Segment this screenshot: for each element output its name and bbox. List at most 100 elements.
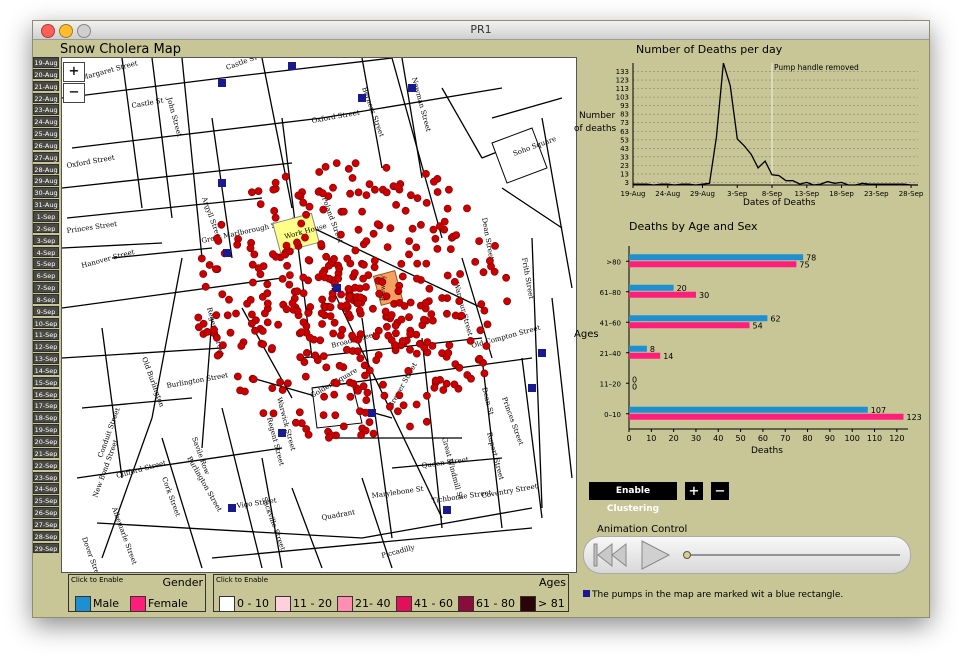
death-marker[interactable] xyxy=(269,409,278,418)
death-marker[interactable] xyxy=(256,270,265,279)
death-marker[interactable] xyxy=(226,328,235,337)
death-marker[interactable] xyxy=(291,418,300,427)
death-marker[interactable] xyxy=(283,379,292,388)
death-marker[interactable] xyxy=(443,271,452,280)
death-marker[interactable] xyxy=(276,378,284,386)
death-marker[interactable] xyxy=(319,352,328,360)
date-item[interactable]: 16-Sep xyxy=(33,388,59,400)
death-marker[interactable] xyxy=(316,336,325,345)
death-marker[interactable] xyxy=(332,159,341,167)
death-marker[interactable] xyxy=(271,178,280,187)
date-item[interactable]: 6-Sep xyxy=(33,270,59,281)
death-marker[interactable] xyxy=(355,306,364,315)
death-marker[interactable] xyxy=(408,224,417,233)
death-marker[interactable] xyxy=(247,188,256,197)
death-marker[interactable] xyxy=(332,379,341,388)
death-marker[interactable] xyxy=(342,301,351,309)
death-marker[interactable] xyxy=(248,278,257,287)
death-marker[interactable] xyxy=(429,177,438,186)
death-marker[interactable] xyxy=(271,213,280,222)
date-item[interactable]: 23-Aug xyxy=(33,104,59,115)
death-marker[interactable] xyxy=(211,265,220,273)
death-marker[interactable] xyxy=(318,269,327,277)
death-marker[interactable] xyxy=(349,379,358,388)
death-marker[interactable] xyxy=(467,374,475,383)
date-item[interactable]: 15-Sep xyxy=(33,376,59,388)
death-marker[interactable] xyxy=(199,319,208,328)
date-item[interactable]: 19-Aug xyxy=(33,57,59,68)
death-marker[interactable] xyxy=(304,430,313,439)
death-marker[interactable] xyxy=(416,220,425,229)
death-marker[interactable] xyxy=(348,174,357,182)
date-item[interactable]: 19-Sep xyxy=(33,424,59,435)
death-marker[interactable] xyxy=(422,417,431,426)
death-marker[interactable] xyxy=(466,336,475,345)
cluster-minus-button[interactable]: − xyxy=(711,482,729,500)
death-marker[interactable] xyxy=(370,185,379,194)
date-item[interactable]: 22-Sep xyxy=(33,459,59,471)
death-marker[interactable] xyxy=(263,280,272,289)
death-marker[interactable] xyxy=(302,210,310,219)
death-marker[interactable] xyxy=(315,168,324,176)
death-marker[interactable] xyxy=(365,418,374,426)
death-marker[interactable] xyxy=(233,372,242,381)
death-marker[interactable] xyxy=(502,273,510,282)
death-marker[interactable] xyxy=(431,234,440,243)
death-marker[interactable] xyxy=(379,380,387,389)
death-marker[interactable] xyxy=(321,163,330,171)
death-marker[interactable] xyxy=(356,330,365,339)
date-item[interactable]: 12-Sep xyxy=(33,341,59,352)
death-marker[interactable] xyxy=(405,250,413,259)
death-marker[interactable] xyxy=(387,336,396,344)
date-item[interactable]: 7-Sep xyxy=(33,282,59,293)
death-marker[interactable] xyxy=(380,391,389,400)
death-marker[interactable] xyxy=(345,292,354,301)
death-marker[interactable] xyxy=(233,240,242,249)
death-marker[interactable] xyxy=(425,284,434,293)
date-item[interactable]: 22-Aug xyxy=(33,92,59,104)
date-item[interactable]: 4-Sep xyxy=(33,246,59,258)
death-marker[interactable] xyxy=(360,361,369,370)
death-marker[interactable] xyxy=(430,383,439,392)
death-marker[interactable] xyxy=(296,353,305,362)
death-marker[interactable] xyxy=(329,183,337,192)
death-marker[interactable] xyxy=(199,270,208,278)
death-marker[interactable] xyxy=(378,277,387,286)
death-marker[interactable] xyxy=(369,429,378,438)
pump-marker[interactable] xyxy=(538,349,546,357)
date-item[interactable]: 23-Sep xyxy=(33,471,59,483)
death-marker[interactable] xyxy=(412,243,421,252)
death-marker[interactable] xyxy=(439,386,448,394)
death-marker[interactable] xyxy=(406,422,414,431)
death-marker[interactable] xyxy=(305,202,314,211)
death-marker[interactable] xyxy=(422,391,431,400)
death-marker[interactable] xyxy=(455,363,464,372)
death-marker[interactable] xyxy=(445,341,454,350)
death-marker[interactable] xyxy=(383,243,392,251)
death-marker[interactable] xyxy=(356,293,365,302)
death-marker[interactable] xyxy=(397,259,406,268)
gender-legend[interactable]: Click to Enable Gender Male Female xyxy=(68,574,206,612)
death-marker[interactable] xyxy=(398,272,407,281)
age-swatch-41-60[interactable] xyxy=(396,596,412,612)
death-marker[interactable] xyxy=(351,159,360,168)
pump-marker[interactable] xyxy=(288,62,296,70)
death-marker[interactable] xyxy=(212,234,221,243)
death-marker[interactable] xyxy=(283,261,291,270)
death-marker[interactable] xyxy=(476,326,485,335)
death-marker[interactable] xyxy=(334,274,343,283)
death-marker[interactable] xyxy=(297,219,306,228)
cholera-map[interactable]: Margaret Street John Street Castle St East… xyxy=(61,57,577,573)
death-marker[interactable] xyxy=(356,354,365,363)
death-marker[interactable] xyxy=(391,329,400,338)
death-marker[interactable] xyxy=(320,392,328,401)
death-marker[interactable] xyxy=(412,400,421,409)
death-marker[interactable] xyxy=(218,290,227,299)
date-item[interactable]: 26-Sep xyxy=(33,507,59,518)
death-marker[interactable] xyxy=(274,320,282,329)
death-marker[interactable] xyxy=(412,349,421,358)
death-marker[interactable] xyxy=(297,328,306,336)
death-marker[interactable] xyxy=(194,313,203,322)
death-marker[interactable] xyxy=(218,341,227,350)
date-item[interactable]: 27-Aug xyxy=(33,151,59,163)
